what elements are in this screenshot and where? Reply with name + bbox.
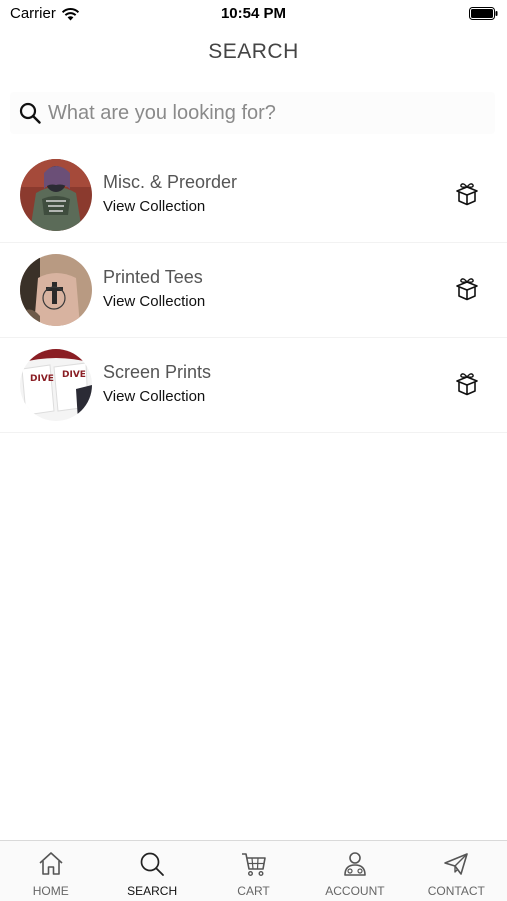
tab-search[interactable]: SEARCH: [101, 841, 202, 901]
status-bar: Carrier 10:54 PM: [0, 0, 507, 28]
tab-label: ACCOUNT: [325, 884, 385, 898]
collection-item-printed-tees[interactable]: Printed Tees View Collection: [0, 243, 507, 338]
view-collection-link[interactable]: View Collection: [103, 198, 205, 215]
gift-box-icon[interactable]: [454, 182, 480, 206]
collection-title: Printed Tees: [103, 267, 203, 287]
collection-title: Screen Prints: [103, 362, 212, 382]
collection-item-screen-prints[interactable]: DIVE DIVE Screen Prints View Collection: [0, 338, 507, 433]
tab-cart[interactable]: CART: [203, 841, 304, 901]
search-input[interactable]: [48, 101, 468, 125]
collection-thumbnail: DIVE DIVE: [20, 349, 92, 421]
send-icon: [444, 853, 469, 875]
account-icon: [344, 852, 366, 876]
search-icon: [19, 102, 41, 124]
collection-title: Misc. & Preorder: [103, 172, 238, 192]
cart-icon: [241, 853, 266, 877]
collection-list: Misc. & Preorder View Collection Printed…: [0, 148, 507, 433]
tab-label: SEARCH: [127, 884, 178, 898]
page-title: SEARCH: [208, 40, 299, 63]
gift-box-icon[interactable]: [454, 372, 480, 396]
search-bar[interactable]: [10, 92, 495, 134]
collection-thumbnail: [20, 159, 92, 231]
home-icon: [39, 852, 63, 875]
tab-label: CONTACT: [427, 884, 485, 898]
collection-item-misc-preorder[interactable]: Misc. & Preorder View Collection: [0, 148, 507, 243]
search-icon: [140, 852, 165, 876]
tab-home[interactable]: HOME: [0, 841, 101, 901]
collection-thumbnail: [20, 254, 92, 326]
view-collection-link[interactable]: View Collection: [103, 388, 205, 405]
battery-icon: [469, 7, 498, 20]
svg-text:DIVE: DIVE: [30, 374, 54, 384]
svg-text:DIVE: DIVE: [62, 370, 86, 380]
tab-account[interactable]: ACCOUNT: [304, 841, 405, 901]
status-time: 10:54 PM: [220, 5, 287, 22]
tab-bar: HOME SEARCH CART ACCOUNT CONTACT: [0, 840, 507, 901]
tab-contact[interactable]: CONTACT: [406, 841, 507, 901]
tab-label: CART: [237, 884, 270, 898]
view-collection-link[interactable]: View Collection: [103, 293, 205, 310]
gift-box-icon[interactable]: [454, 277, 480, 301]
tab-label: HOME: [32, 884, 69, 898]
